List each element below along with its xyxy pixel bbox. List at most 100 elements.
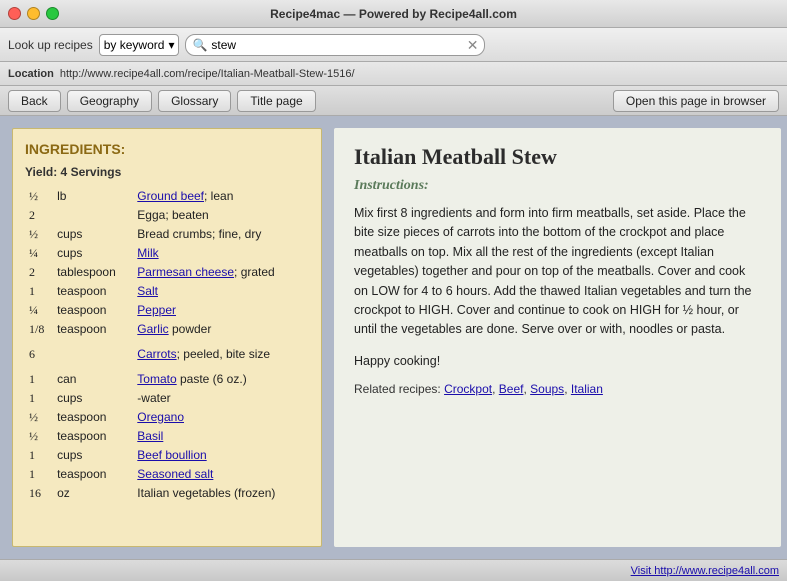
ingredient-unit: tablespoon [53,263,133,282]
ingredient-unit: teaspoon [53,427,133,446]
open-browser-button[interactable]: Open this page in browser [613,90,779,112]
ingredient-row: 1canTomato paste (6 oz.) [25,370,309,389]
location-url: http://www.recipe4all.com/recipe/Italian… [60,68,779,80]
ingredient-row: 1cupsBeef boullion [25,446,309,465]
ingredient-qty: ½ [25,187,53,206]
ingredient-qty: 1 [25,389,53,408]
main-content: INGREDIENTS: Yield: 4 Servings ½lbGround… [0,116,787,559]
ingredient-row: 2 Egga; beaten [25,206,309,225]
ingredient-desc: Oregano [133,408,309,427]
ingredient-desc: Carrots; peeled, bite size [133,345,309,364]
related-recipe-link[interactable]: Crockpot [444,382,492,396]
dropdown-arrow-icon: ▾ [168,38,174,52]
ingredient-row: 1teaspoon Seasoned salt [25,465,309,484]
recipe-panel[interactable]: Italian Meatball Stew Instructions: Mix … [334,128,781,547]
back-button[interactable]: Back [8,90,61,112]
ingredient-link[interactable]: Seasoned salt [137,467,213,481]
search-input[interactable] [211,38,462,52]
ingredient-unit: teaspoon [53,282,133,301]
toolbar: Look up recipes by keyword ▾ 🔍 ✕ [0,28,787,62]
ingredient-link[interactable]: Basil [137,429,163,443]
geography-button[interactable]: Geography [67,90,152,112]
ingredient-qty: 16 [25,484,53,503]
ingredient-link[interactable]: Tomato [137,372,176,386]
ingredient-row: ¼teaspoonPepper [25,301,309,320]
ingredient-link[interactable]: Parmesan cheese [137,265,234,279]
nav-bar: Back Geography Glossary Title page Open … [0,86,787,116]
ingredient-desc: Salt [133,282,309,301]
ingredient-link[interactable]: Garlic [137,322,168,336]
ingredient-qty: 2 [25,263,53,282]
ingredient-link[interactable]: Pepper [137,303,176,317]
ingredient-desc: Milk [133,244,309,263]
ingredient-unit: lb [53,187,133,206]
ingredient-unit: cups [53,446,133,465]
ingredient-row: ½teaspoon Oregano [25,408,309,427]
ingredient-link[interactable]: Oregano [137,410,184,424]
ingredient-row: ½lbGround beef; lean [25,187,309,206]
ingredient-unit [53,206,133,225]
ingredient-unit: teaspoon [53,408,133,427]
search-box[interactable]: 🔍 ✕ [185,34,485,56]
related-recipes: Related recipes: Crockpot, Beef, Soups, … [354,382,761,396]
close-button[interactable] [8,7,21,20]
glossary-button[interactable]: Glossary [158,90,231,112]
related-recipe-link[interactable]: Italian [571,382,603,396]
ingredient-qty: ½ [25,427,53,446]
window-title: Recipe4mac — Powered by Recipe4all.com [270,7,517,21]
ingredient-link[interactable]: Beef boullion [137,448,206,462]
recipe-body: Mix first 8 ingredients and form into fi… [354,204,761,340]
related-recipe-link[interactable]: Soups [530,382,564,396]
related-links-container: Crockpot, Beef, Soups, Italian [444,382,603,396]
ingredient-link[interactable]: Ground beef [137,189,204,203]
ingredients-panel: INGREDIENTS: Yield: 4 Servings ½lbGround… [12,128,322,547]
location-bar: Location http://www.recipe4all.com/recip… [0,62,787,86]
title-page-button[interactable]: Title page [237,90,315,112]
ingredient-desc: Tomato paste (6 oz.) [133,370,309,389]
search-clear-button[interactable]: ✕ [467,38,479,52]
window-controls[interactable] [8,7,59,20]
ingredient-qty: ¼ [25,301,53,320]
ingredient-unit: can [53,370,133,389]
footer-link[interactable]: Visit http://www.recipe4all.com [631,565,779,577]
recipe-title: Italian Meatball Stew [354,144,761,170]
lookup-label: Look up recipes [8,38,93,52]
ingredient-qty: ½ [25,225,53,244]
ingredient-desc: Egga; beaten [133,206,309,225]
ingredient-qty: 1 [25,465,53,484]
ingredient-qty: 6 [25,345,53,364]
ingredient-qty: 1 [25,370,53,389]
ingredient-desc: Italian vegetables (frozen) [133,484,309,503]
ingredient-link[interactable]: Milk [137,246,158,260]
minimize-button[interactable] [27,7,40,20]
ingredient-desc: -water [133,389,309,408]
location-label: Location [8,68,54,80]
ingredient-row: 1/8teaspoonGarlic powder [25,320,309,339]
ingredient-unit: teaspoon [53,320,133,339]
ingredient-row: 1cups-water [25,389,309,408]
ingredient-link[interactable]: Salt [137,284,158,298]
ingredients-title: INGREDIENTS: [25,141,309,157]
ingredient-desc: Garlic powder [133,320,309,339]
ingredient-link[interactable]: Carrots [137,347,176,361]
ingredient-row: ½teaspoon Basil [25,427,309,446]
maximize-button[interactable] [46,7,59,20]
ingredient-qty: 2 [25,206,53,225]
ingredient-desc: Seasoned salt [133,465,309,484]
keyword-select[interactable]: by keyword ▾ [99,34,180,56]
ingredient-qty: ½ [25,408,53,427]
ingredient-desc: Basil [133,427,309,446]
ingredient-row: 2tablespoonParmesan cheese; grated [25,263,309,282]
ingredient-unit: cups [53,225,133,244]
ingredient-row: 1teaspoonSalt [25,282,309,301]
ingredient-row: ½cupsBread crumbs; fine, dry [25,225,309,244]
ingredient-desc: Parmesan cheese; grated [133,263,309,282]
footer: Visit http://www.recipe4all.com [0,559,787,581]
ingredient-qty: ¼ [25,244,53,263]
ingredient-unit: teaspoon [53,465,133,484]
ingredient-desc: Bread crumbs; fine, dry [133,225,309,244]
title-bar: Recipe4mac — Powered by Recipe4all.com [0,0,787,28]
keyword-option-text: by keyword [104,38,165,52]
ingredient-table: ½lbGround beef; lean2Egga; beaten½cupsBr… [25,187,309,503]
related-recipe-link[interactable]: Beef [499,382,524,396]
